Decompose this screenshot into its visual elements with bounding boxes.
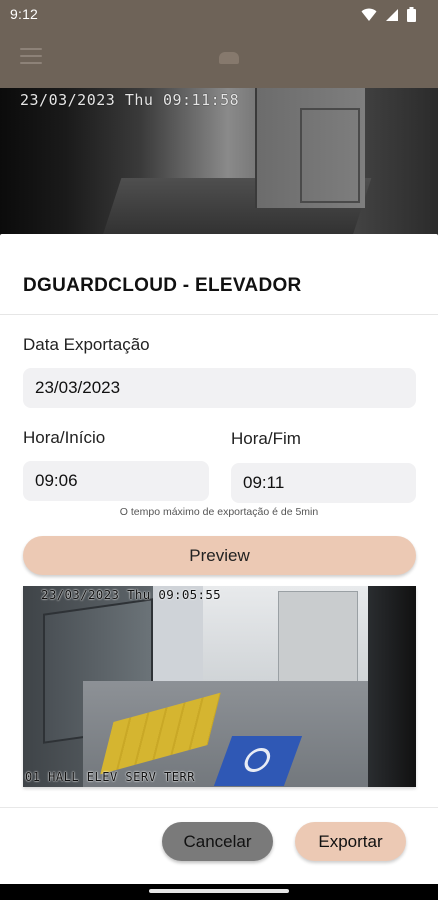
- preview-caption: 01 HALL ELEV SERV TERR: [25, 770, 195, 784]
- camera-timestamp: 23/03/2023 Thu 09:11:58: [20, 91, 240, 109]
- app-logo: [219, 52, 239, 64]
- end-time-label: Hora/Fim: [231, 429, 301, 448]
- preview-button[interactable]: Preview: [23, 536, 416, 575]
- camera-live-view: 23/03/2023 Thu 09:11:58: [0, 88, 438, 238]
- preview-image: 23/03/2023 Thu 09:05:55 01 HALL ELEV SER…: [23, 586, 416, 787]
- navigation-bar: [0, 884, 438, 900]
- menu-icon[interactable]: [20, 48, 42, 66]
- start-time-label: Hora/Início: [23, 428, 106, 447]
- preview-dark-edge: [368, 586, 416, 787]
- end-time-field[interactable]: 09:11: [231, 463, 416, 503]
- app-bar: [0, 30, 438, 88]
- signal-icon: [386, 8, 398, 21]
- export-bottom-sheet: DGUARDCLOUD - ELEVADOR Data Exportação 2…: [0, 234, 438, 884]
- sheet-title: DGUARDCLOUD - ELEVADOR: [23, 275, 302, 296]
- cancel-button[interactable]: Cancelar: [162, 822, 273, 861]
- status-icons: [361, 7, 416, 22]
- preview-door: [278, 591, 358, 686]
- date-field[interactable]: 23/03/2023: [23, 368, 416, 408]
- camera-door-frame: [300, 108, 360, 203]
- battery-icon: [407, 7, 416, 22]
- preview-timestamp: 23/03/2023 Thu 09:05:55: [41, 587, 221, 602]
- export-button[interactable]: Exportar: [295, 822, 406, 861]
- home-handle[interactable]: [149, 889, 289, 893]
- bottom-divider: [0, 807, 438, 808]
- status-time: 9:12: [10, 6, 39, 22]
- export-limit-hint-text: O tempo máximo de exportação é de 5min: [119, 506, 319, 518]
- start-time-field[interactable]: 09:06: [23, 461, 209, 501]
- date-label: Data Exportação: [23, 335, 150, 354]
- export-limit-hint: O tempo máximo de exportação é de 5min: [0, 506, 438, 518]
- wifi-icon: [361, 8, 377, 21]
- status-bar: 9:12: [0, 0, 438, 30]
- divider: [0, 314, 438, 315]
